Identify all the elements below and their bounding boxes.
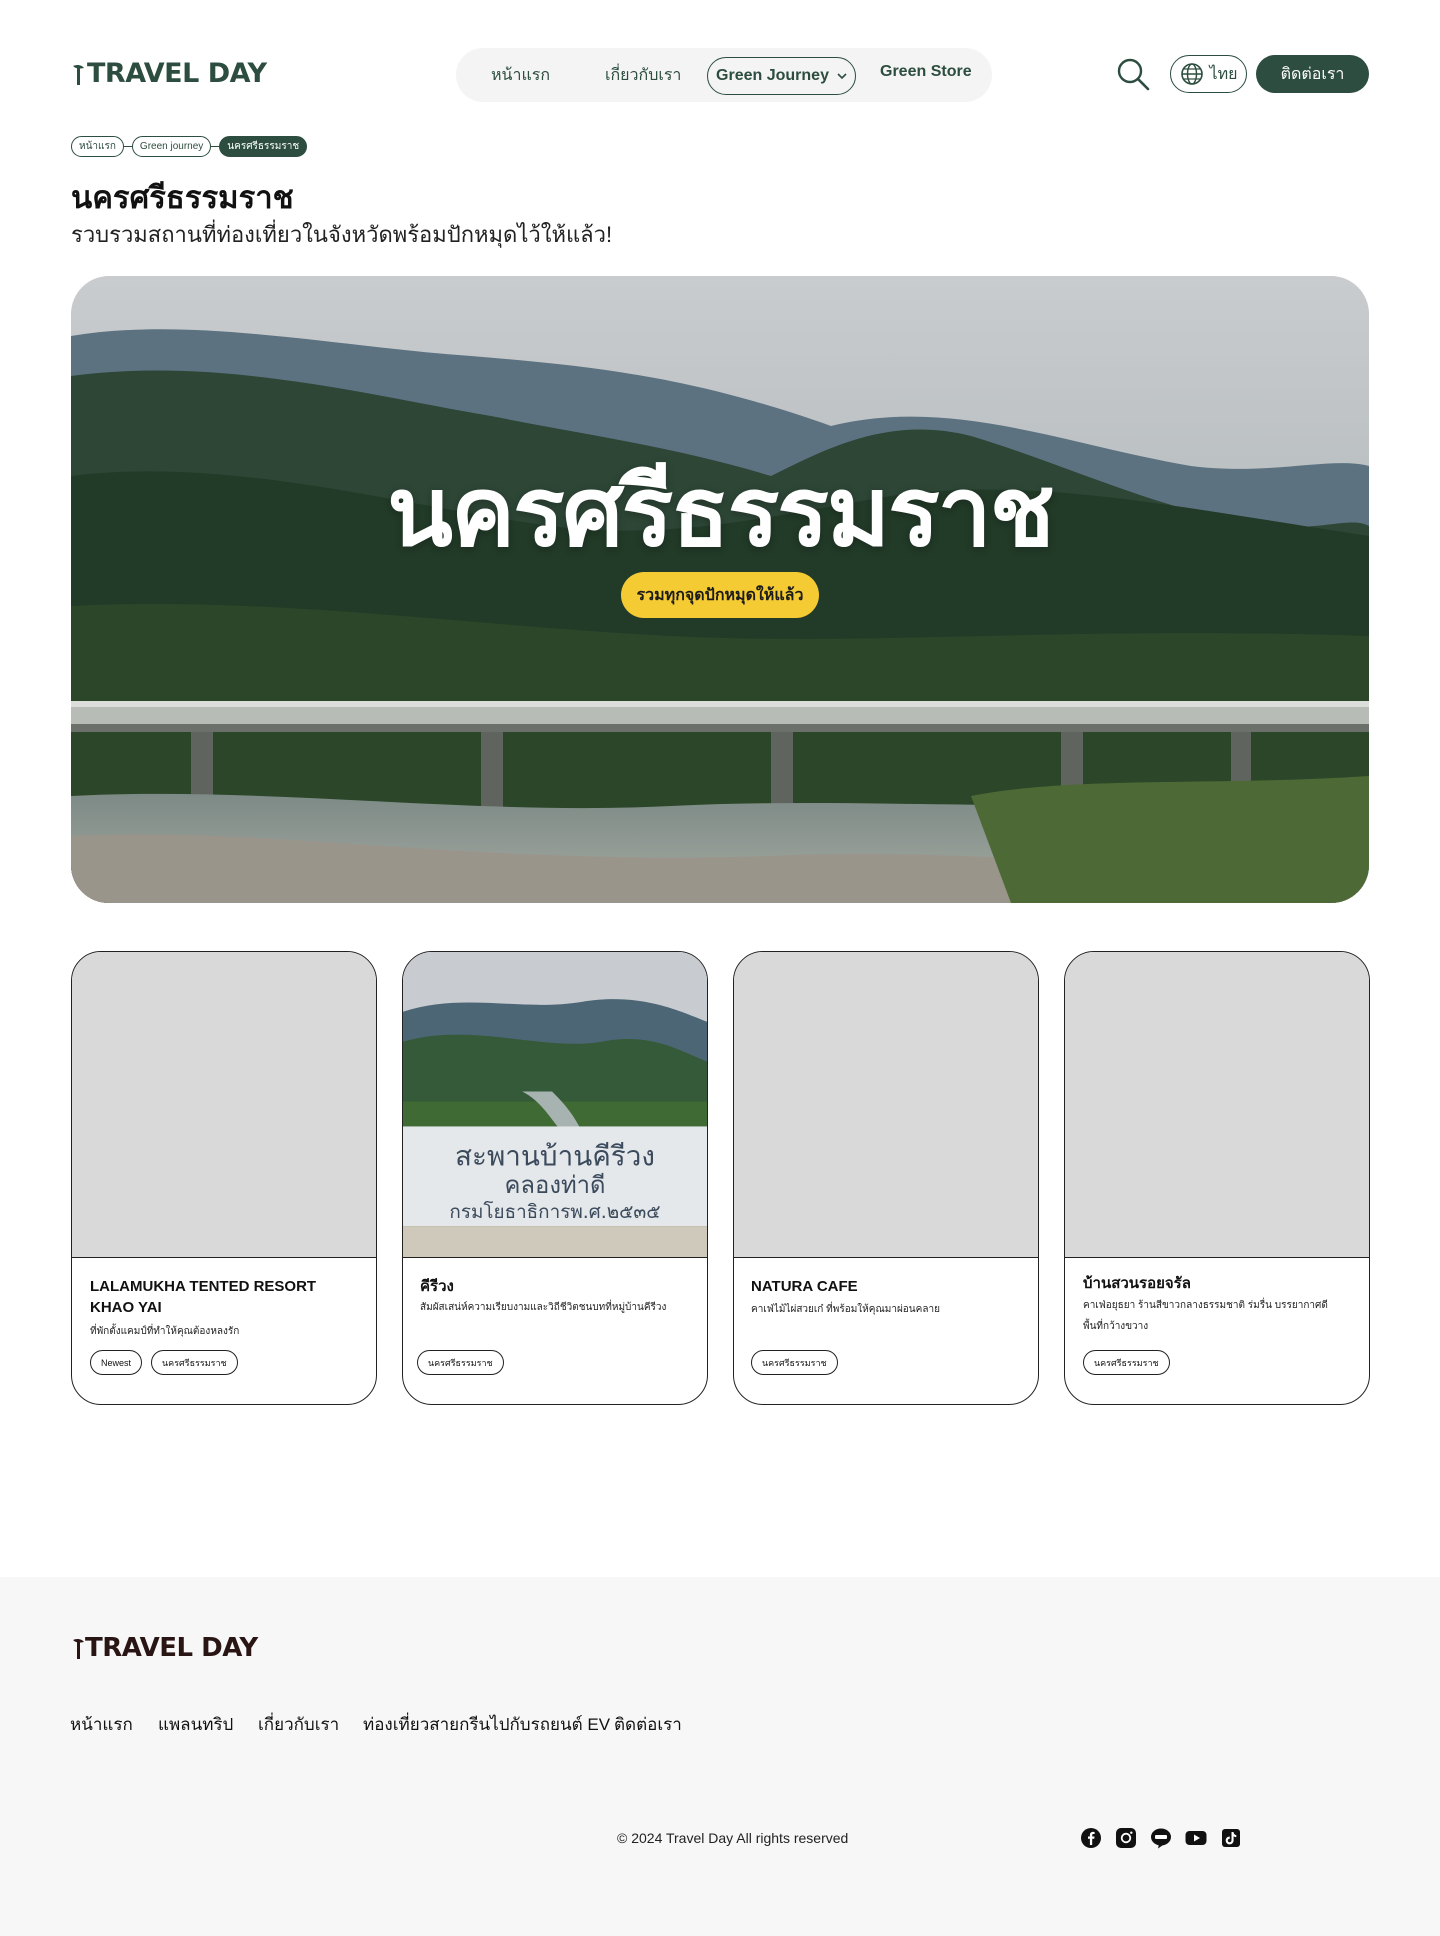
breadcrumb-separator [123,146,132,147]
tag-location[interactable]: นครศรีธรรมราช [751,1350,838,1375]
nav-green-journey[interactable]: Green Journey [707,57,856,95]
nav-green-journey-label: Green Journey [716,67,829,84]
instagram-icon[interactable] [1115,1827,1137,1849]
footer-link-ev[interactable]: ท่องเที่ยวสายกรีนไปกับรถยนต์ EV [363,1711,610,1738]
page-title: นครศรีธรรมราช [71,180,294,215]
card-image-placeholder [734,952,1038,1258]
card-description: คาเฟ่ไม้ไผ่สวยเก๋ ที่พร้อมให้คุณมาผ่อนคล… [751,1304,940,1315]
card-title: คีรีวง [420,1278,454,1295]
card-description: สัมผัสเสน่ห์ความเรียบงามและวิถีชีวิตชนบท… [420,1302,667,1313]
card-description: คาเฟ่อยุธยา ร้านสีขาวกลางธรรมชาติ ร่มรื่… [1083,1300,1328,1332]
place-cards: LALAMUKHA TENTED RESORT KHAO YAI ที่พักต… [71,951,1370,1405]
contact-button[interactable]: ติดต่อเรา [1256,55,1369,93]
social-links [1080,1827,1242,1849]
site-logo-text: TRAVEL DAY [87,58,267,89]
place-card[interactable]: LALAMUKHA TENTED RESORT KHAO YAI ที่พักต… [71,951,377,1405]
breadcrumb: หน้าแรก Green journey นครศรีธรรมราช [71,136,308,157]
footer-link-about[interactable]: เกี่ยวกับเรา [258,1711,339,1738]
sign-line-1: สะพานบ้านคีรีวง [455,1139,655,1172]
card-tags: นครศรีธรรมราช [1083,1350,1170,1375]
site-footer: TRAVEL DAY หน้าแรก แพลนทริป เกี่ยวกับเรา… [0,1577,1440,1936]
nav-green-store[interactable]: Green Store [880,63,972,81]
card-tags: นครศรีธรรมราช [417,1350,504,1375]
place-card[interactable]: บ้านสวนรอยจรัล คาเฟ่อยุธยา ร้านสีขาวกลาง… [1064,951,1370,1405]
breadcrumb-green-journey[interactable]: Green journey [131,136,212,157]
breadcrumb-separator [211,146,220,147]
line-icon[interactable] [1150,1827,1172,1849]
card-title: NATURA CAFE [751,1278,858,1295]
globe-icon [1180,63,1203,85]
nav-home[interactable]: หน้าแรก [491,63,550,88]
card-photo: สะพานบ้านคีรีวง คลองท่าดี กรมโยธาธิการพ.… [403,952,707,1257]
nav-about[interactable]: เกี่ยวกับเรา [605,63,681,88]
footer-logo-text: TRAVEL DAY [85,1633,258,1663]
breadcrumb-home[interactable]: หน้าแรก [71,136,124,157]
leaf-logo-icon [73,1638,84,1659]
sign-line-2: คลองท่าดี [504,1171,605,1199]
footer-link-home[interactable]: หน้าแรก [70,1711,133,1738]
page-subtitle: รวบรวมสถานที่ท่องเที่ยวในจังหวัดพร้อมปัก… [71,222,613,247]
hero-banner: นครศรีธรรมราช รวมทุกจุดปักหมุดให้แล้ว [71,276,1369,903]
leaf-logo-icon [73,64,84,85]
hero-pins-button[interactable]: รวมทุกจุดปักหมุดให้แล้ว [621,572,819,618]
copyright: © 2024 Travel Day All rights reserved [617,1830,849,1846]
tiktok-icon[interactable] [1220,1827,1242,1849]
card-description: ที่พักตั้งแคมป์ที่ทำให้คุณต้องหลงรัก [90,1326,240,1337]
search-icon[interactable] [1116,57,1150,91]
card-tags: Newest นครศรีธรรมราช [90,1350,238,1375]
tag-location[interactable]: นครศรีธรรมราช [151,1350,238,1375]
card-title: บ้านสวนรอยจรัล [1083,1275,1191,1292]
language-label: ไทย [1209,65,1238,83]
main-nav: หน้าแรก เกี่ยวกับเรา Green Journey Green… [456,48,992,102]
hero-title: นครศรีธรรมราช [387,456,1055,568]
card-image-placeholder [1065,952,1369,1258]
breadcrumb-current: นครศรีธรรมราช [219,136,308,157]
sign-line-3: กรมโยธาธิการพ.ศ.๒๕๓๕ [449,1201,660,1223]
chevron-down-icon [837,73,847,80]
footer-link-plantrip[interactable]: แพลนทริป [158,1711,233,1738]
facebook-icon[interactable] [1080,1827,1102,1849]
footer-logo[interactable]: TRAVEL DAY [71,1633,258,1663]
card-tags: นครศรีธรรมราช [751,1350,838,1375]
card-title: LALAMUKHA TENTED RESORT KHAO YAI [90,1278,317,1316]
site-logo[interactable]: TRAVEL DAY [71,58,267,89]
tag-newest[interactable]: Newest [90,1350,143,1375]
place-card[interactable]: สะพานบ้านคีรีวง คลองท่าดี กรมโยธาธิการพ.… [402,951,708,1405]
site-header: TRAVEL DAY หน้าแรก เกี่ยวกับเรา Green Jo… [71,46,1369,102]
youtube-icon[interactable] [1185,1827,1207,1849]
card-image-placeholder [72,952,376,1258]
tag-location[interactable]: นครศรีธรรมราช [1083,1350,1170,1375]
tag-location[interactable]: นครศรีธรรมราช [417,1350,504,1375]
card-image: สะพานบ้านคีรีวง คลองท่าดี กรมโยธาธิการพ.… [403,952,707,1258]
language-switch[interactable]: ไทย [1170,55,1247,93]
footer-link-contact[interactable]: ติดต่อเรา [614,1711,682,1738]
place-card[interactable]: NATURA CAFE คาเฟ่ไม้ไผ่สวยเก๋ ที่พร้อมให… [733,951,1039,1405]
